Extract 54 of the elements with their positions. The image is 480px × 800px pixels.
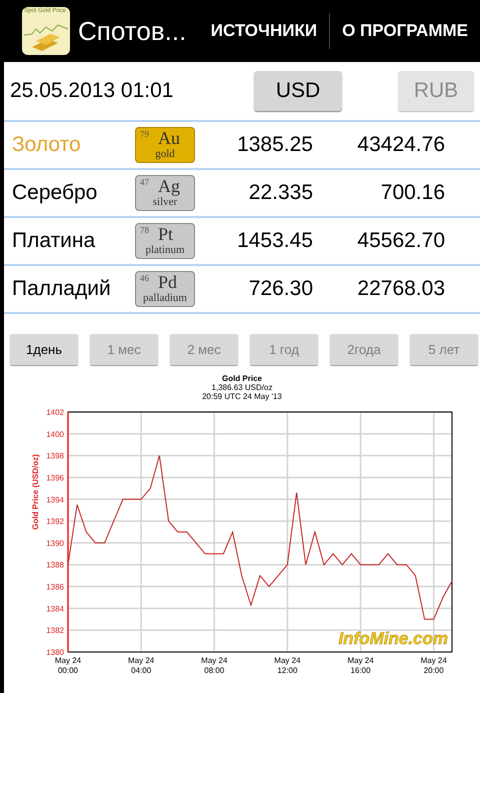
element-name: platinum <box>144 245 186 256</box>
element-name: silver <box>152 197 178 208</box>
y-tick-label: 1388 <box>46 560 64 570</box>
y-tick-label: 1390 <box>46 538 64 548</box>
x-tick-label: May 24 04:00 <box>128 656 154 675</box>
metal-name[interactable]: Серебро <box>12 177 135 209</box>
atomic-number: 79 <box>140 130 149 139</box>
currency-button[interactable]: USD <box>254 71 342 111</box>
usd-price: 1385.25 <box>236 132 313 158</box>
element-name: palladium <box>142 293 188 304</box>
y-tick-label: 1402 <box>46 408 64 417</box>
element-symbol: Pd <box>158 273 178 291</box>
y-tick-label: 1382 <box>46 626 64 636</box>
y-tick-label: 1398 <box>46 452 64 461</box>
app-title: Спотов... <box>78 14 186 48</box>
chart-timestamp: 20:59 UTC 24 May '13 <box>202 392 282 401</box>
x-tick-label: May 24 00:00 <box>54 656 82 675</box>
x-tick-label: May 24 20:00 <box>420 656 447 675</box>
y-tick-label: 1392 <box>46 517 64 526</box>
y-tick-label: 1396 <box>46 473 64 482</box>
trend-line-icon <box>24 24 68 36</box>
atomic-number: 78 <box>140 226 149 235</box>
chart-title: Gold Price <box>222 374 262 383</box>
usd-price: 726.30 <box>248 276 313 302</box>
ingots-icon <box>32 34 60 51</box>
chart-subtitle: 1,386.63 USD/oz <box>212 383 272 392</box>
rub-price: 45562.70 <box>356 228 445 254</box>
x-tick-label: May 24 12:00 <box>274 656 301 675</box>
rub-price: 43424.76 <box>356 132 445 158</box>
y-axis-label: Gold Price (USD/oz) <box>31 454 40 530</box>
element-symbol: Pt <box>158 225 174 243</box>
x-tick-label: May 24 08:00 <box>201 656 228 675</box>
rub-price: 700.16 <box>380 180 445 206</box>
metal-name[interactable]: Платина <box>12 225 135 257</box>
usd-price: 1453.45 <box>236 228 313 254</box>
menu-action[interactable]: О ПРОГРАММЕ <box>330 0 480 62</box>
y-tick-label: 1394 <box>46 495 64 504</box>
y-tick-label: 1386 <box>46 582 64 592</box>
x-tick-label: May 24 16:00 <box>347 656 374 675</box>
y-tick-label: 1384 <box>46 604 64 614</box>
brand-logo: InfoMine.com <box>338 629 448 648</box>
usd-price: 22.335 <box>248 180 313 206</box>
element-name: gold <box>154 149 176 160</box>
period-button[interactable]: 1день <box>10 334 78 365</box>
date-time: 25.05.2013 01:01 <box>10 78 174 104</box>
y-tick-label: 1380 <box>46 648 64 657</box>
menu-action[interactable]: ИСТОЧНИКИ <box>198 0 330 62</box>
atomic-number: 46 <box>140 274 149 283</box>
element-symbol: Au <box>158 129 180 147</box>
element-symbol: Ag <box>158 177 180 195</box>
rub-price: 22768.03 <box>356 276 445 302</box>
y-tick-label: 1400 <box>46 430 64 439</box>
metal-name[interactable]: Палладий <box>12 273 135 305</box>
atomic-number: 47 <box>140 178 149 187</box>
